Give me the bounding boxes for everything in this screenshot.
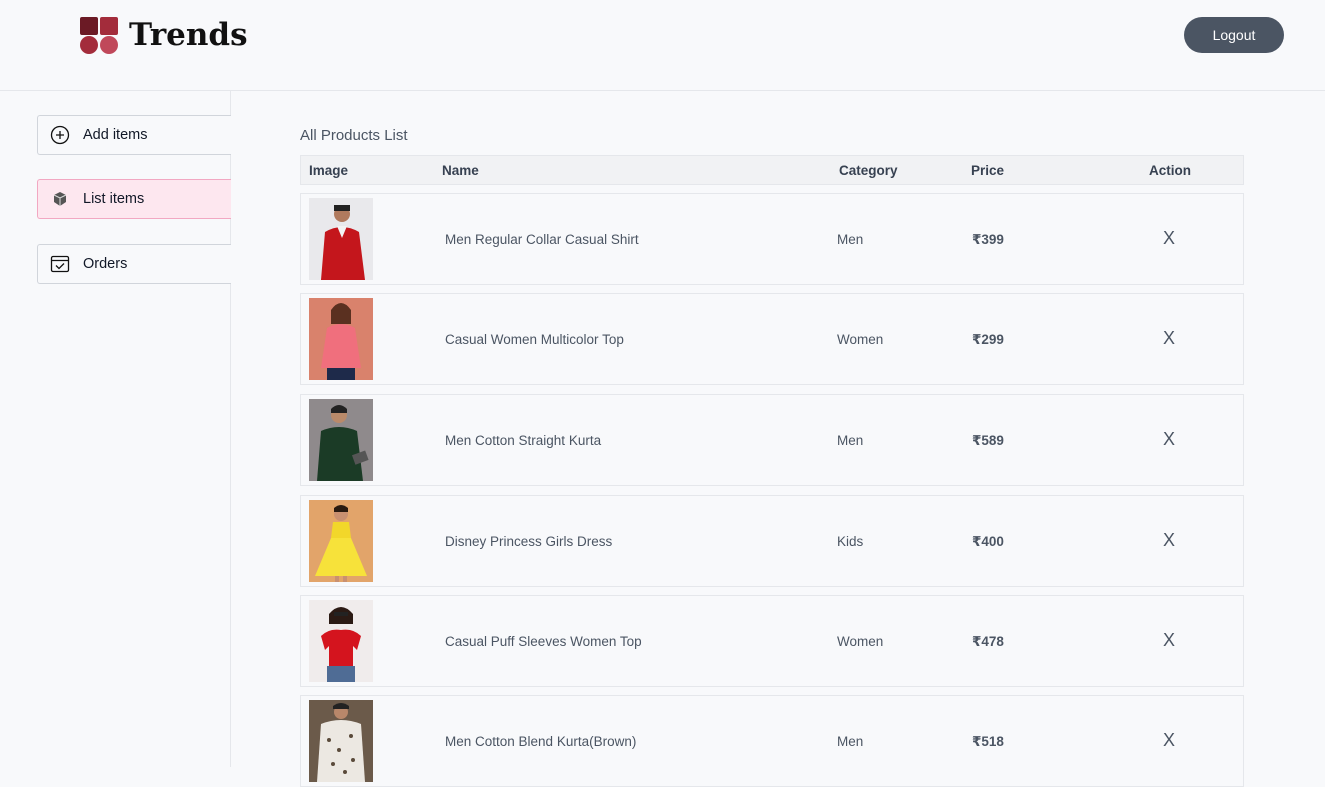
box-icon xyxy=(49,188,71,210)
column-header-action: Action xyxy=(1149,163,1191,178)
remove-product-button[interactable]: X xyxy=(1163,228,1175,249)
product-name: Men Cotton Straight Kurta xyxy=(445,433,602,448)
product-price: ₹478 xyxy=(972,634,1004,649)
product-price: ₹589 xyxy=(972,433,1004,448)
product-category: Women xyxy=(837,332,884,347)
table-row: Casual Puff Sleeves Women Top Women ₹478… xyxy=(300,595,1244,687)
logout-button[interactable]: Logout xyxy=(1184,17,1284,53)
table-header: Image Name Category Price Action xyxy=(300,155,1244,185)
sidebar-item-label: Orders xyxy=(83,256,128,272)
product-category: Men xyxy=(837,433,864,448)
product-category: Women xyxy=(837,634,884,649)
product-name: Casual Women Multicolor Top xyxy=(445,332,624,347)
column-header-image: Image xyxy=(309,163,349,178)
column-header-price: Price xyxy=(971,163,1005,178)
page-title: All Products List xyxy=(300,127,408,144)
product-name: Men Regular Collar Casual Shirt xyxy=(445,232,639,247)
remove-product-button[interactable]: X xyxy=(1163,429,1175,450)
product-image xyxy=(309,500,373,582)
sidebar-item-add-items[interactable]: Add items xyxy=(37,115,231,155)
product-category: Kids xyxy=(837,534,864,549)
brand-name: Trends xyxy=(129,17,248,53)
top-navbar: Trends Logout xyxy=(0,0,1325,91)
product-price: ₹400 xyxy=(972,534,1004,549)
product-name: Casual Puff Sleeves Women Top xyxy=(445,634,642,649)
product-price: ₹518 xyxy=(972,734,1004,749)
product-image xyxy=(309,600,373,682)
product-category: Men xyxy=(837,232,864,247)
remove-product-button[interactable]: X xyxy=(1163,328,1175,349)
product-price: ₹299 xyxy=(972,332,1004,347)
column-header-name: Name xyxy=(442,163,479,178)
table-row: Disney Princess Girls Dress Kids ₹400 X xyxy=(300,495,1244,587)
logo-mark-icon xyxy=(80,17,120,54)
product-name: Disney Princess Girls Dress xyxy=(445,534,613,549)
sidebar-item-label: Add items xyxy=(83,127,148,143)
table-row: Casual Women Multicolor Top Women ₹299 X xyxy=(300,293,1244,385)
table-row: Men Cotton Blend Kurta(Brown) Men ₹518 X xyxy=(300,695,1244,787)
product-image xyxy=(309,700,373,782)
product-image xyxy=(309,399,373,481)
table-row: Men Cotton Straight Kurta Men ₹589 X xyxy=(300,394,1244,486)
remove-product-button[interactable]: X xyxy=(1163,630,1175,651)
sidebar-item-list-items[interactable]: List items xyxy=(37,179,231,219)
sidebar-item-orders[interactable]: Orders xyxy=(37,244,231,284)
sidebar-item-label: List items xyxy=(83,191,145,207)
brand-logo[interactable]: Trends xyxy=(80,17,248,54)
product-category: Men xyxy=(837,734,864,749)
table-row: Men Regular Collar Casual Shirt Men ₹399… xyxy=(300,193,1244,285)
product-image xyxy=(309,198,373,280)
remove-product-button[interactable]: X xyxy=(1163,730,1175,751)
calendar-check-icon xyxy=(49,253,71,275)
plus-circle-icon xyxy=(49,124,71,146)
sidebar: Add items List items Orders xyxy=(0,91,231,767)
product-image xyxy=(309,298,373,380)
column-header-category: Category xyxy=(839,163,898,178)
product-name: Men Cotton Blend Kurta(Brown) xyxy=(445,734,637,749)
product-price: ₹399 xyxy=(972,232,1004,247)
remove-product-button[interactable]: X xyxy=(1163,530,1175,551)
